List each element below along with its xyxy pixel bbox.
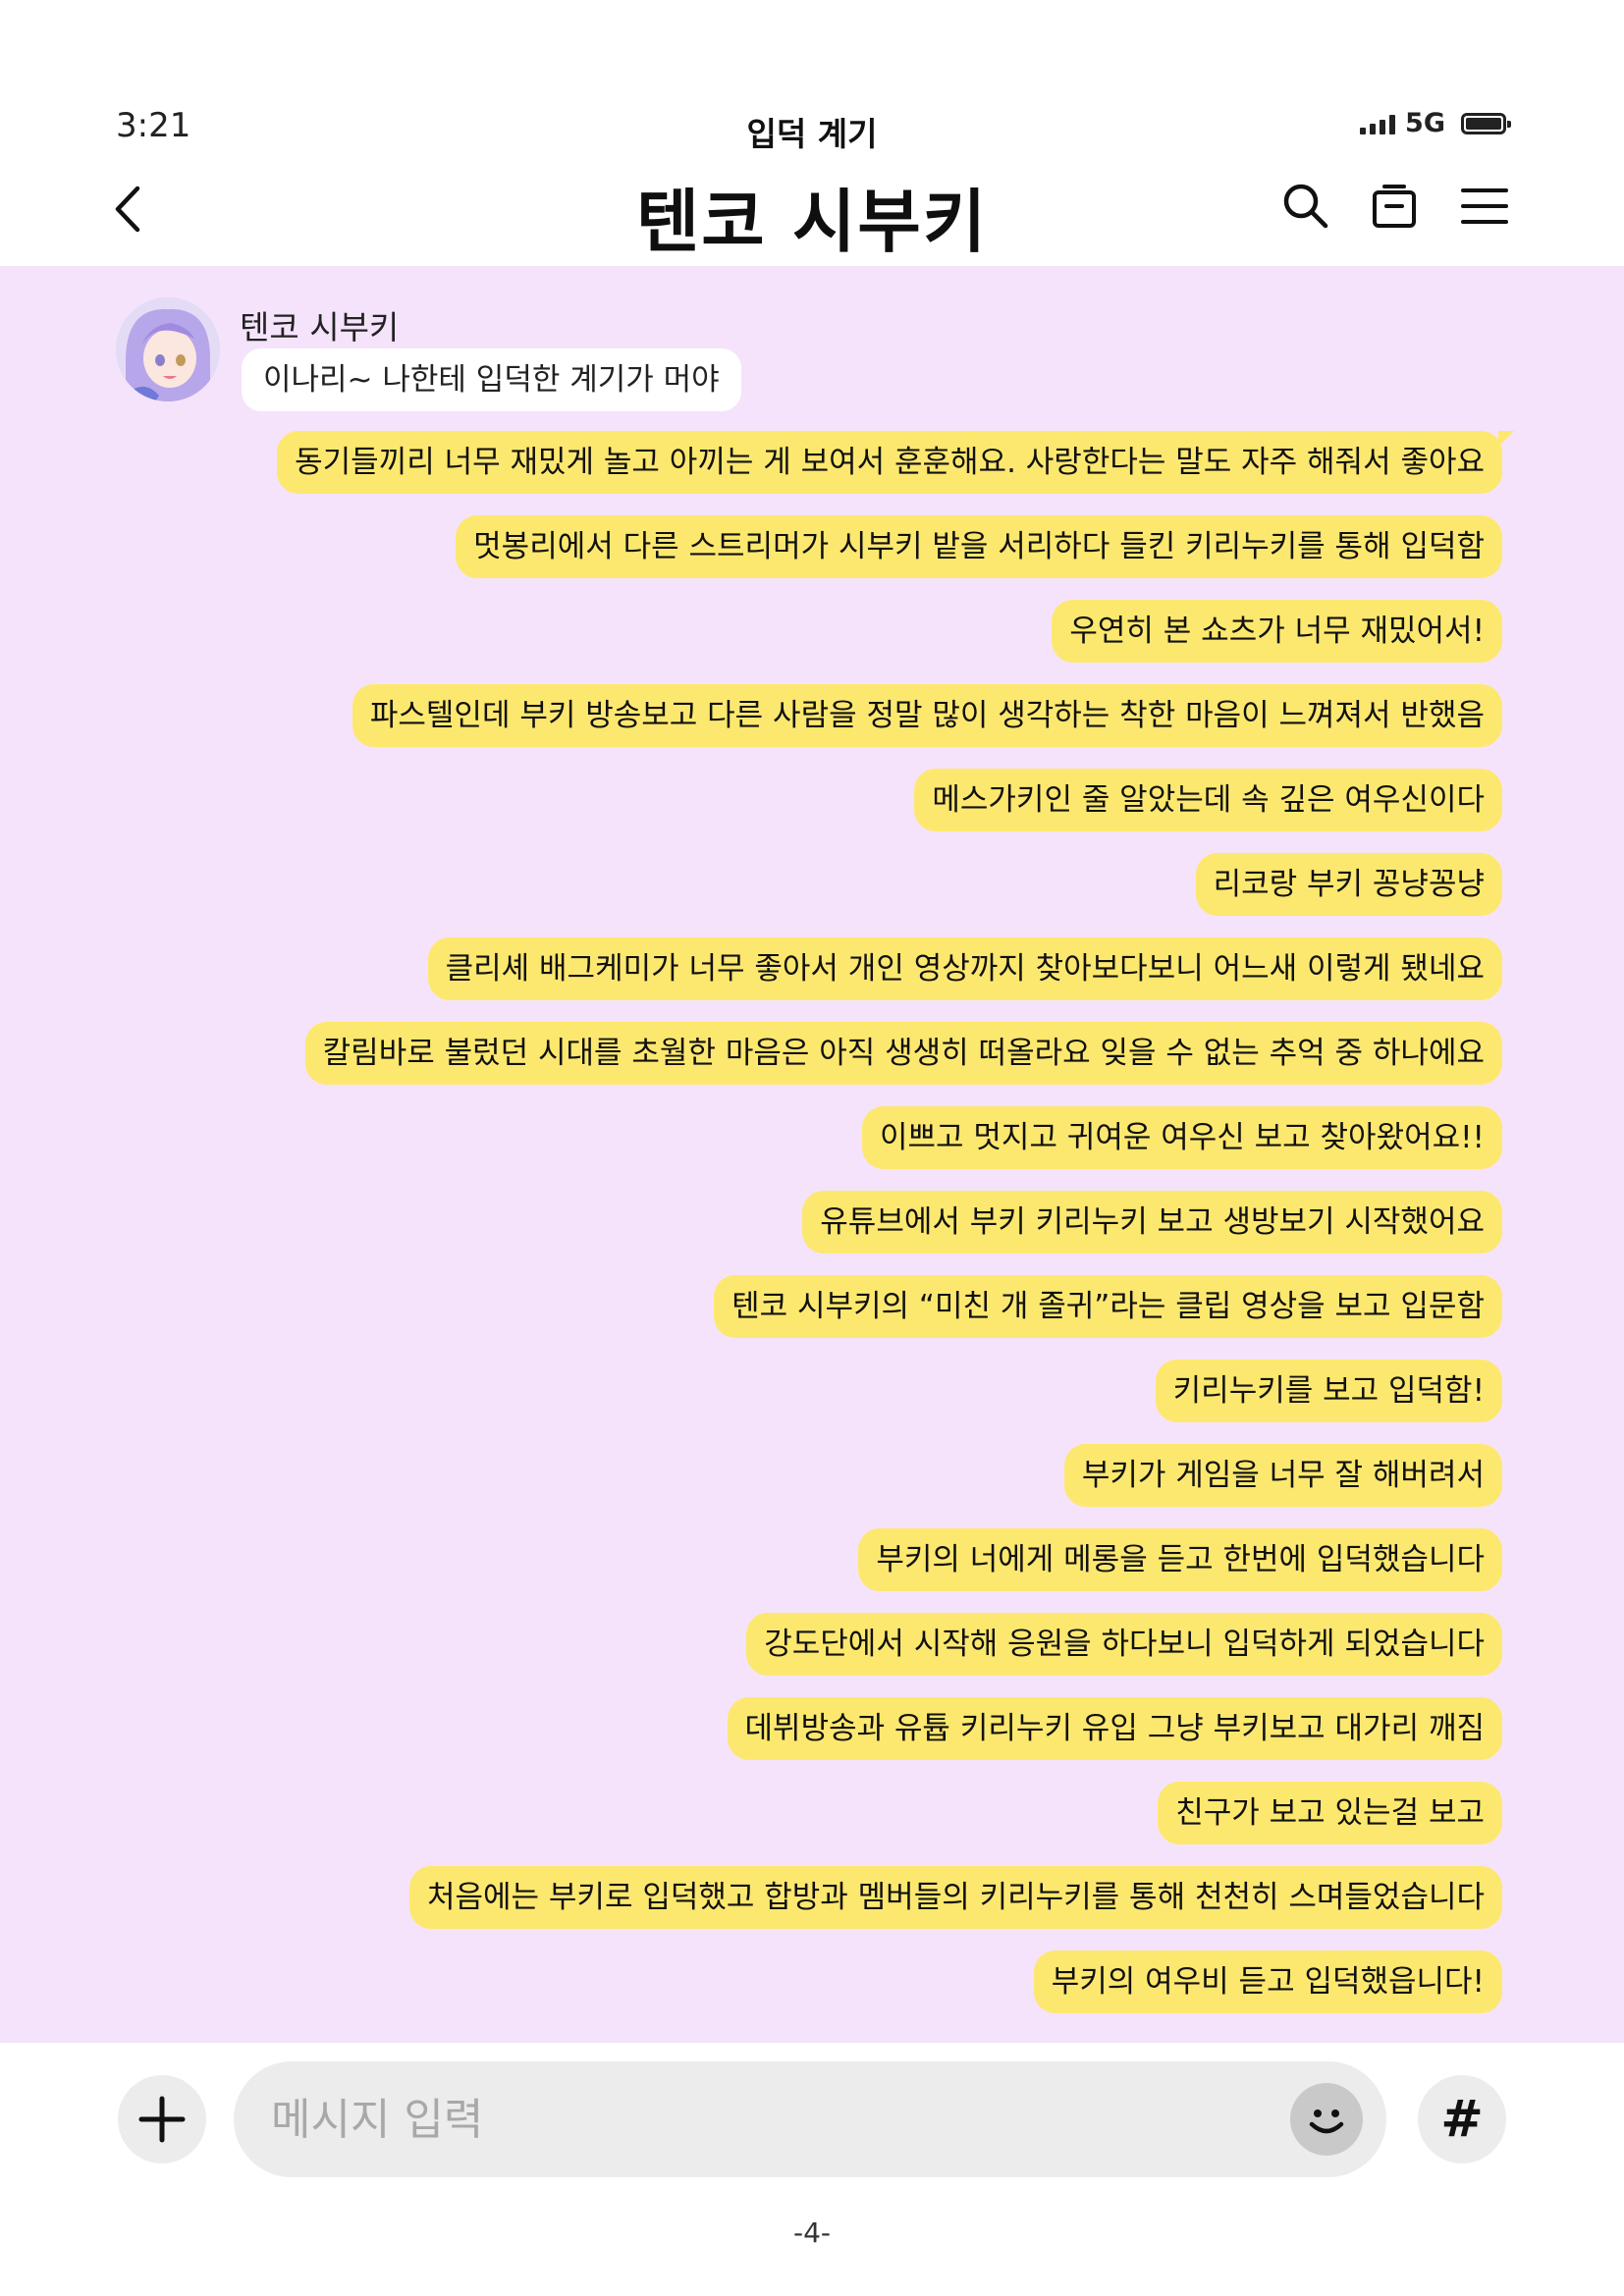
calendar-icon: [1373, 185, 1416, 228]
chat-area[interactable]: 텐코 시부키 이나리~ 나한테 입덕한 계기가 머야 동기들끼리 너무 재밌게 …: [0, 266, 1624, 2043]
network-label: 5G: [1405, 108, 1445, 138]
outgoing-message[interactable]: 강도단에서 시작해 응원을 하다보니 입덕하게 되었습니다: [746, 1613, 1502, 1676]
status-indicators: 5G: [1360, 108, 1511, 138]
outgoing-message[interactable]: 동기들끼리 너무 재밌게 놀고 아끼는 게 보여서 훈훈해요. 사랑한다는 말도…: [277, 431, 1514, 494]
search-button[interactable]: [1280, 181, 1331, 232]
outgoing-message[interactable]: 이쁘고 멋지고 귀여운 여우신 보고 찾아왔어요!!: [861, 1106, 1502, 1169]
plus-icon: [138, 2096, 186, 2143]
menu-button[interactable]: [1459, 181, 1510, 232]
outgoing-message[interactable]: 부키가 게임을 너무 잘 해버려서: [1063, 1444, 1502, 1507]
emoji-button[interactable]: [1290, 2083, 1363, 2156]
outgoing-message[interactable]: 친구가 보고 있는걸 보고: [1158, 1782, 1502, 1844]
outgoing-message[interactable]: 부키의 너에게 메롱을 듣고 한번에 입덕했습니다: [858, 1528, 1502, 1591]
outgoing-message[interactable]: 파스텔인데 부키 방송보고 다른 사람을 정말 많이 생각하는 착한 마음이 느…: [352, 684, 1502, 747]
outgoing-message[interactable]: 키리누키를 보고 입덕함!: [1155, 1360, 1502, 1422]
outgoing-message[interactable]: 칼림바로 불렀던 시대를 초월한 마음은 아직 생생히 떠올라요 잊을 수 없는…: [304, 1022, 1502, 1085]
attach-button[interactable]: [118, 2075, 206, 2163]
menu-icon: [1461, 188, 1508, 224]
outgoing-message[interactable]: 데뷔방송과 유튭 키리누키 유입 그냥 부키보고 대가리 깨짐: [727, 1697, 1502, 1760]
outgoing-message[interactable]: 멋봉리에서 다른 스트리머가 시부키 밭을 서리하다 들킨 키리누키를 통해 입…: [456, 515, 1502, 578]
hashtag-button[interactable]: #: [1418, 2075, 1506, 2163]
hash-icon: #: [1440, 2090, 1484, 2149]
page-number: -4-: [792, 2216, 832, 2249]
search-icon: [1283, 184, 1328, 229]
calendar-button[interactable]: [1369, 181, 1420, 232]
outgoing-message[interactable]: 부키의 여우비 듣고 입덕했읍니다!: [1033, 1950, 1502, 2013]
outgoing-message[interactable]: 텐코 시부키의 “미친 개 졸귀”라는 클립 영상을 보고 입문함: [714, 1275, 1502, 1338]
battery-icon: [1461, 112, 1511, 134]
outgoing-message[interactable]: 처음에는 부키로 입덕했고 합방과 멤버들의 키리누키를 통해 천천히 스며들었…: [408, 1866, 1502, 1929]
message-input-bar: [234, 2061, 1386, 2177]
outgoing-message[interactable]: 우연히 본 쇼츠가 너무 재밌어서!: [1052, 600, 1502, 663]
outgoing-message[interactable]: 클리셰 배그케미가 너무 좋아서 개인 영상까지 찾아보다보니 어느새 이렇게 …: [427, 937, 1502, 1000]
incoming-message[interactable]: 이나리~ 나한테 입덕한 계기가 머야: [242, 348, 741, 411]
outgoing-message[interactable]: 메스가키인 줄 알았는데 속 깊은 여우신이다: [914, 769, 1502, 831]
avatar[interactable]: [116, 297, 220, 401]
outgoing-message[interactable]: 유튜브에서 부키 키리누키 보고 생방보기 시작했어요: [802, 1191, 1502, 1254]
sender-name: 텐코 시부키: [240, 308, 400, 347]
outgoing-message-list: 동기들끼리 너무 재밌게 놀고 아끼는 게 보여서 훈훈해요. 사랑한다는 말도…: [277, 431, 1514, 2013]
message-input[interactable]: [271, 2061, 1253, 2177]
outgoing-message[interactable]: 리코랑 부키 꽁냥꽁냥: [1195, 853, 1502, 916]
signal-icon: [1360, 113, 1396, 134]
emoji-icon: [1309, 2109, 1344, 2134]
